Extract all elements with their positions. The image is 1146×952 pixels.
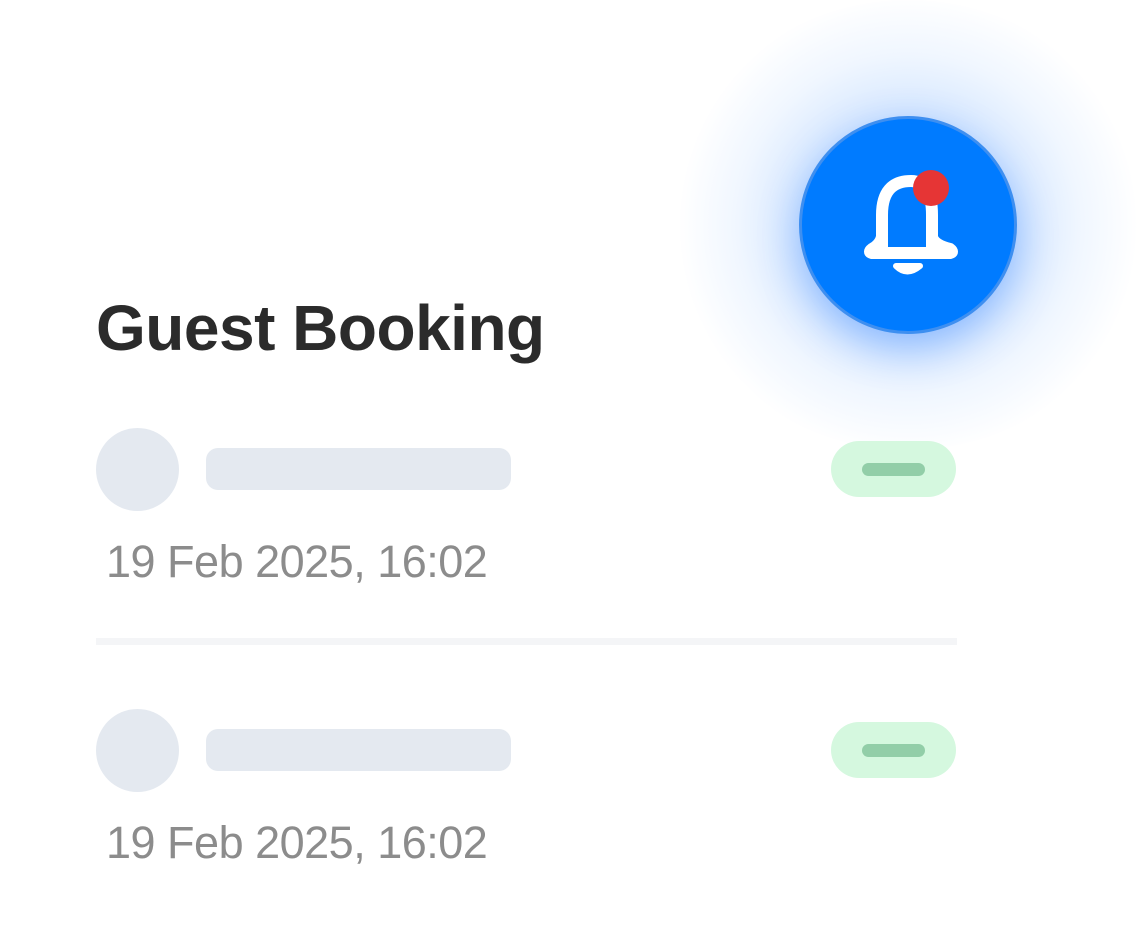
status-badge: [831, 441, 956, 497]
name-placeholder: [206, 448, 511, 490]
avatar: [96, 709, 179, 792]
status-badge: [831, 722, 956, 778]
avatar: [96, 428, 179, 511]
name-placeholder: [206, 729, 511, 771]
page-title: Guest Booking: [96, 292, 545, 364]
notification-button[interactable]: [799, 116, 1017, 334]
divider: [96, 638, 957, 645]
status-badge-bar: [862, 463, 925, 476]
list-item[interactable]: 19 Feb 2025, 16:02: [96, 428, 956, 608]
unread-dot: [913, 170, 949, 206]
list-item[interactable]: 19 Feb 2025, 16:02: [96, 709, 956, 889]
bell-icon: [864, 170, 958, 275]
status-badge-bar: [862, 744, 925, 757]
booking-timestamp: 19 Feb 2025, 16:02: [106, 817, 488, 868]
booking-timestamp: 19 Feb 2025, 16:02: [106, 536, 488, 587]
